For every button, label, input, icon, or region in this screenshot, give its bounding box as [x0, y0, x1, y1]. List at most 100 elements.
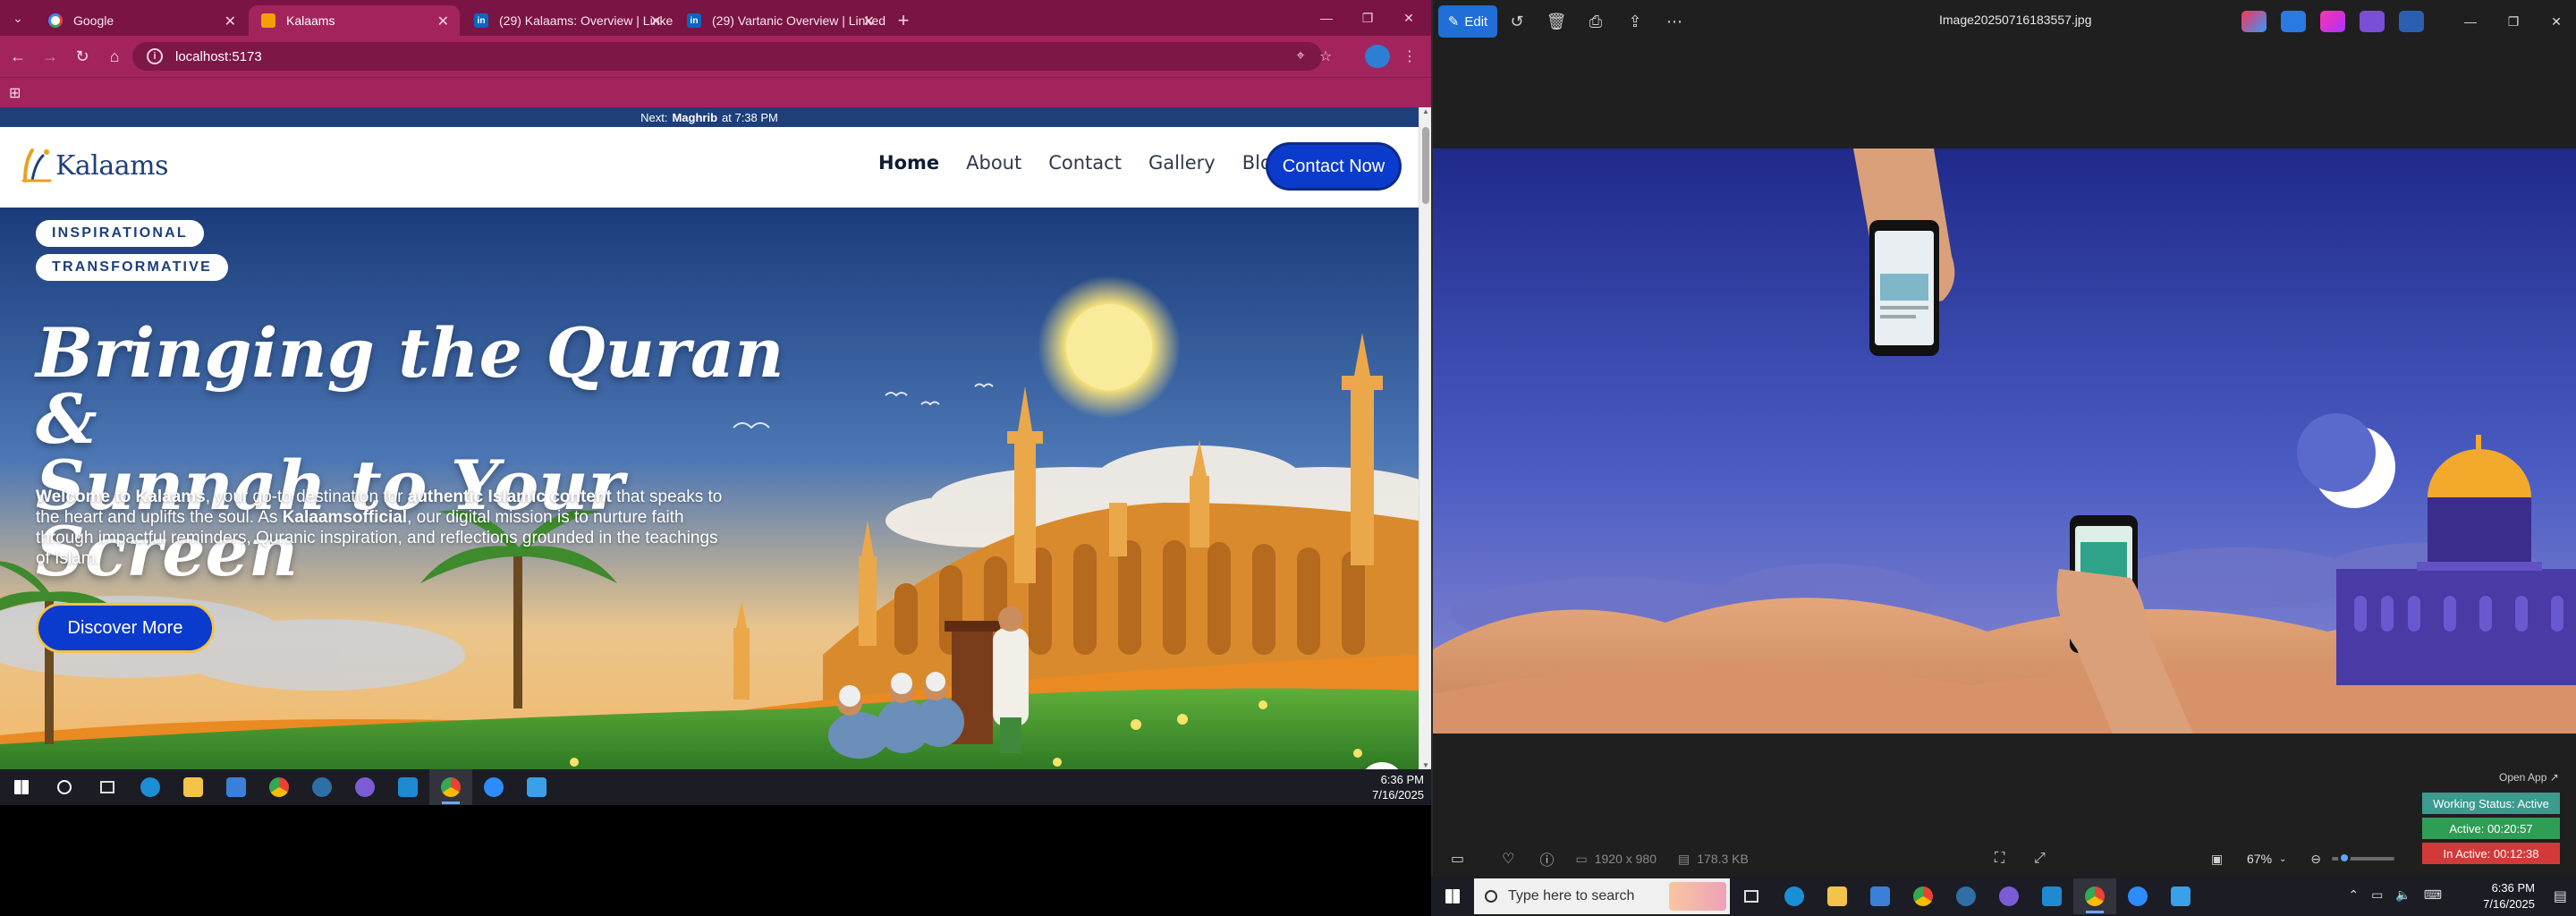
photo-canvas[interactable]	[1433, 148, 2576, 734]
contact-now-button[interactable]: Contact Now	[1268, 145, 1399, 188]
rotate-icon[interactable]: ↺	[1497, 0, 1537, 43]
chrome-active-icon[interactable]	[429, 769, 472, 805]
zoom-slider-knob[interactable]	[2337, 852, 2351, 864]
close-tab-icon[interactable]: ✕	[437, 13, 449, 30]
nav-home[interactable]: Home	[878, 152, 939, 174]
close-tab-icon[interactable]: ✕	[225, 13, 236, 30]
onedrive-icon[interactable]	[2399, 11, 2424, 32]
chrome-active-icon[interactable]	[2073, 878, 2116, 914]
store-icon[interactable]	[215, 769, 258, 805]
clock-time: 6:36 PM	[1380, 773, 1424, 786]
start-icon[interactable]	[0, 769, 43, 805]
tab-google[interactable]: Google ✕	[36, 5, 247, 36]
scroll-up-arrow-icon[interactable]: ▲	[1419, 107, 1431, 115]
search-icon[interactable]	[43, 769, 86, 805]
store-icon[interactable]	[1859, 878, 1902, 914]
apps-grid-icon[interactable]: ⊞	[9, 84, 21, 102]
print-icon[interactable]: ⎙	[1576, 0, 1615, 43]
reload-icon[interactable]: ↻	[66, 40, 98, 72]
taskbar-search-box[interactable]: Type here to search	[1474, 878, 1730, 914]
start-icon[interactable]	[1431, 878, 1474, 914]
site-logo[interactable]: Kalaams	[20, 145, 169, 186]
vscode-icon[interactable]	[2030, 878, 2073, 914]
profile-avatar[interactable]	[1365, 45, 1390, 68]
photos-icon[interactable]	[2159, 878, 2202, 914]
open-app-link[interactable]: Open App ↗	[2499, 771, 2559, 784]
page-scrollbar[interactable]: ▲ ▼	[1419, 107, 1431, 769]
fit-screen-icon[interactable]: ⛶	[1995, 851, 2004, 867]
github-icon[interactable]	[1987, 878, 2030, 914]
close-tab-icon[interactable]: ✕	[650, 13, 662, 30]
site-info-icon[interactable]: i	[147, 48, 163, 64]
chrome-icon[interactable]	[258, 769, 301, 805]
discover-more-button[interactable]: Discover More	[36, 603, 215, 653]
favorite-icon[interactable]: ♡	[1502, 850, 1514, 868]
tab-kalaams[interactable]: Kalaams ✕	[249, 5, 460, 36]
announcement-time: at 7:38 PM	[722, 110, 778, 124]
file-explorer-icon[interactable]	[1816, 878, 1859, 914]
edge-icon[interactable]	[129, 769, 172, 805]
tab-linkedin-kalaams[interactable]: in (29) Kalaams: Overview | LinkedIn ✕	[462, 5, 673, 36]
minimize-icon[interactable]: —	[2449, 0, 2492, 43]
nav-contact[interactable]: Contact	[1048, 152, 1122, 174]
close-tab-icon[interactable]: ✕	[863, 13, 875, 30]
clock-date: 7/16/2025	[2483, 897, 2535, 911]
chevron-up-icon[interactable]: ⌃	[2348, 887, 2359, 903]
tab-linkedin-vartanic[interactable]: in (29) Vartanic Overview | LinkedIn ✕	[674, 5, 886, 36]
task-view-icon[interactable]	[1730, 878, 1773, 914]
zoom-icon[interactable]	[472, 769, 515, 805]
maximize-icon[interactable]: ❐	[2492, 0, 2535, 43]
nav-about[interactable]: About	[966, 152, 1021, 174]
notification-icon[interactable]: ▤	[2554, 887, 2567, 905]
bookmark-star-icon[interactable]: ☆	[1313, 47, 1338, 65]
info-icon[interactable]: ⓘ	[1539, 848, 1554, 869]
chrome-icon[interactable]	[1902, 878, 1945, 914]
delete-icon[interactable]: 🗑	[1537, 0, 1576, 43]
photos-icon[interactable]	[515, 769, 558, 805]
share-icon[interactable]: ⇪	[1615, 0, 1655, 43]
github-icon[interactable]	[343, 769, 386, 805]
clipchamp-icon[interactable]	[2320, 11, 2345, 32]
scrollbar-thumb[interactable]	[1422, 127, 1429, 204]
taskbar-clock[interactable]: 6:36 PM 7/16/2025	[2483, 880, 2535, 912]
forward-icon[interactable]: →	[34, 40, 66, 72]
edit-button[interactable]: ✎ Edit	[1438, 5, 1497, 38]
back-icon[interactable]: ←	[2, 40, 34, 72]
zoom-level-select[interactable]: 67% ⌄	[2235, 847, 2298, 870]
maximize-icon[interactable]: ❐	[1347, 0, 1388, 36]
fullscreen-icon[interactable]: ⤢	[2034, 851, 2046, 867]
hero-section: INSPIRATIONAL TRANSFORMATIVE Bringing th…	[0, 208, 1419, 769]
address-bar[interactable]: i localhost:5173	[132, 42, 1322, 71]
menu-kebab-icon[interactable]: ⋮	[1397, 47, 1422, 65]
zoom-icon[interactable]	[2116, 878, 2159, 914]
app-icon[interactable]	[301, 769, 343, 805]
language-icon[interactable]: ⌨	[2424, 887, 2442, 903]
close-icon[interactable]: ✕	[1388, 0, 1429, 36]
zoom-out-icon[interactable]: ⊖	[2310, 852, 2321, 867]
volume-icon[interactable]: 🔈	[2395, 887, 2411, 903]
tab-search-icon[interactable]: ⌄	[0, 0, 36, 36]
actual-size-icon[interactable]: ▣	[2211, 852, 2223, 867]
desc-bold-1: Welcome to Kalaams	[36, 488, 206, 506]
announcement-prefix: Next:	[640, 110, 668, 124]
filmstrip-icon[interactable]: ▭	[1451, 850, 1464, 868]
more-icon[interactable]: ⋯	[1655, 0, 1694, 43]
edge-icon[interactable]	[1773, 878, 1816, 914]
vscode-icon[interactable]	[386, 769, 429, 805]
scroll-down-arrow-icon[interactable]: ▼	[1419, 761, 1431, 769]
nav-gallery[interactable]: Gallery	[1148, 152, 1216, 174]
copilot-icon[interactable]	[2241, 11, 2267, 32]
close-icon[interactable]: ✕	[2535, 0, 2576, 43]
location-icon[interactable]: ⌖	[1288, 48, 1313, 64]
new-tab-button[interactable]: +	[887, 5, 919, 36]
home-icon[interactable]: ⌂	[98, 40, 131, 72]
zoom-slider[interactable]	[2331, 852, 2394, 864]
task-view-icon[interactable]	[86, 769, 129, 805]
video-icon[interactable]	[2360, 11, 2385, 32]
designer-icon[interactable]	[2281, 11, 2306, 32]
taskbar-clock[interactable]: 6:36 PM 7/16/2025	[1372, 772, 1424, 802]
file-explorer-icon[interactable]	[172, 769, 215, 805]
network-icon[interactable]: ▭	[2371, 887, 2383, 903]
app-icon[interactable]	[1945, 878, 1987, 914]
minimize-icon[interactable]: —	[1306, 0, 1347, 36]
